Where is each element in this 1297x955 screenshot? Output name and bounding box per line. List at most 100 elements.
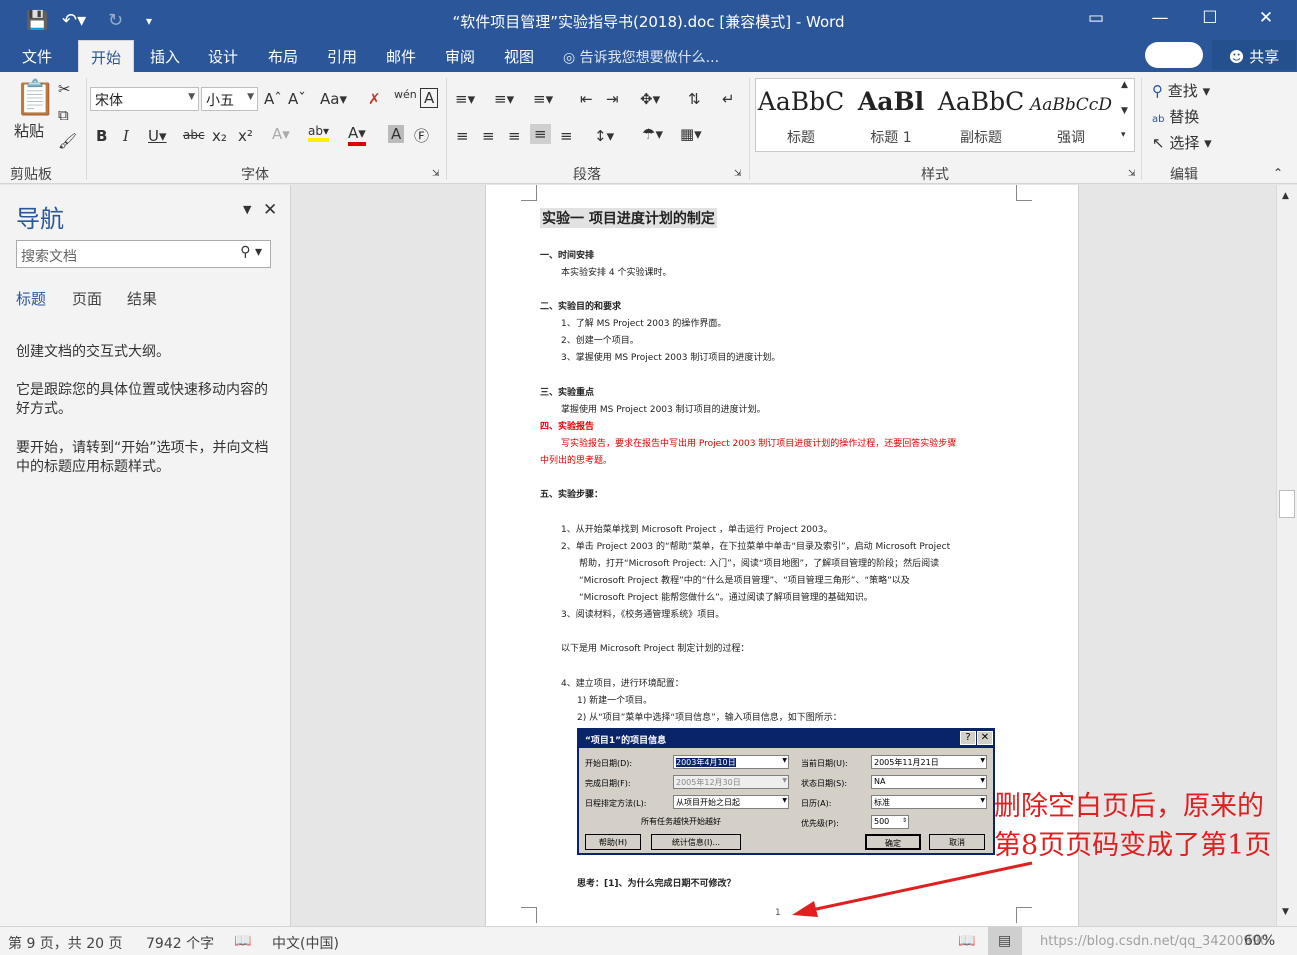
- share-button[interactable]: ☻ 共享: [1212, 40, 1296, 70]
- search-icon: ⚲: [1152, 82, 1163, 100]
- tab-review[interactable]: 审阅: [445, 46, 475, 67]
- font-size-combo[interactable]: 小五 ▼: [201, 87, 258, 111]
- tab-home[interactable]: 开始: [78, 40, 135, 72]
- subscript-icon[interactable]: x₂: [212, 127, 227, 145]
- gallery-up-icon[interactable]: ▲: [1121, 80, 1128, 90]
- bold-icon[interactable]: B: [96, 127, 107, 145]
- lightbulb-icon: ◎: [563, 50, 580, 66]
- cut-icon[interactable]: ✂: [58, 80, 71, 98]
- read-mode-icon[interactable]: 📖: [958, 933, 975, 949]
- minimize-icon[interactable]: —: [1140, 8, 1180, 28]
- align-left-icon[interactable]: ≡: [456, 127, 469, 145]
- phonetic-guide-icon[interactable]: wén: [394, 88, 417, 101]
- group-clipboard-label: 剪贴板: [10, 167, 52, 183]
- tab-references[interactable]: 引用: [327, 46, 357, 67]
- tab-view[interactable]: 视图: [504, 46, 534, 67]
- grow-font-icon[interactable]: Aˆ: [264, 90, 282, 108]
- numbering-icon[interactable]: ≡▾: [494, 90, 514, 108]
- multilevel-list-icon[interactable]: ≡▾: [533, 90, 553, 108]
- italic-icon[interactable]: I: [123, 127, 129, 145]
- ribbon-display-icon[interactable]: ▭: [1076, 8, 1116, 28]
- borders-icon[interactable]: ▦▾: [680, 125, 702, 143]
- style-title[interactable]: AaBbC 标题: [756, 87, 846, 147]
- clear-format-icon[interactable]: ✗: [368, 90, 381, 108]
- nav-tab-pages[interactable]: 页面: [72, 288, 102, 309]
- tab-file[interactable]: 文件: [22, 46, 52, 67]
- nav-tab-results[interactable]: 结果: [127, 288, 157, 309]
- replace-button[interactable]: ab 替换: [1152, 106, 1199, 127]
- ribbon-tabs: 文件 开始 插入 设计 布局 引用 邮件 审阅 视图 ◎ 告诉我您想要做什么..…: [0, 40, 1297, 72]
- ribbon: 📋 粘贴 ✂ ⧉ 🖌 剪贴板 宋体 ▼ 小五 ▼ Aˆ Aˇ Aa▾ ✗ wén A…: [0, 72, 1297, 184]
- person-icon: ☻: [1228, 48, 1250, 66]
- paste-icon[interactable]: 📋: [14, 78, 56, 118]
- vertical-scrollbar[interactable]: ▲ ▼: [1276, 185, 1297, 926]
- proofing-icon[interactable]: 📖: [234, 933, 251, 949]
- align-right-icon[interactable]: ≡: [508, 127, 521, 145]
- tab-mailings[interactable]: 邮件: [386, 46, 416, 67]
- style-subtitle[interactable]: AaBbC 副标题: [936, 87, 1026, 147]
- style-emphasis[interactable]: AaBbCcD 强调: [1026, 87, 1116, 147]
- nav-close-icon[interactable]: ✕: [263, 200, 277, 220]
- shrink-font-icon[interactable]: Aˇ: [288, 90, 306, 108]
- dialog-launcher-icon[interactable]: ⇲: [432, 169, 440, 179]
- tell-me-input[interactable]: ◎ 告诉我您想要做什么...: [563, 47, 719, 67]
- zoom-level[interactable]: 60%: [1244, 933, 1275, 949]
- underline-icon[interactable]: U▾: [148, 127, 167, 145]
- change-case-button[interactable]: Aa▾: [320, 90, 347, 108]
- close-icon[interactable]: ✕: [1246, 8, 1286, 28]
- style-heading1[interactable]: AaBl 标题 1: [846, 87, 936, 147]
- bullets-icon[interactable]: ≡▾: [455, 90, 475, 108]
- paste-button[interactable]: 粘贴: [14, 120, 44, 141]
- enclose-char-icon[interactable]: Ⓕ: [414, 125, 429, 146]
- distributed-icon[interactable]: ≡: [560, 127, 573, 145]
- shading-icon[interactable]: ☂▾: [642, 125, 663, 143]
- word-count[interactable]: 7942 个字: [146, 933, 214, 953]
- font-name-combo[interactable]: 宋体 ▼: [90, 87, 199, 111]
- gallery-more-icon[interactable]: ▾: [1121, 130, 1126, 140]
- align-center-icon[interactable]: ≡: [482, 127, 495, 145]
- scroll-down-icon[interactable]: ▼: [1282, 907, 1289, 917]
- status-bar: 第 9 页，共 20 页 7942 个字 📖 中文(中国) 📖 ▤ https:…: [0, 926, 1297, 955]
- print-layout-icon[interactable]: ▤: [988, 927, 1022, 955]
- sort-icon[interactable]: ⇅: [688, 90, 701, 108]
- nav-title: 导航: [16, 205, 64, 233]
- dialog-launcher-icon[interactable]: ⇲: [734, 169, 742, 179]
- tab-design[interactable]: 设计: [208, 46, 238, 67]
- select-button[interactable]: ↖ 选择 ▾: [1152, 132, 1212, 153]
- account-avatar[interactable]: [1145, 42, 1203, 68]
- maximize-icon[interactable]: ☐: [1190, 8, 1230, 28]
- arrow-shaft: [806, 861, 1033, 913]
- strikethrough-icon[interactable]: abc: [183, 128, 205, 142]
- nav-tab-headings[interactable]: 标题: [16, 288, 46, 309]
- asian-layout-icon[interactable]: ✥▾: [640, 90, 660, 108]
- increase-indent-icon[interactable]: ⇥: [606, 90, 619, 108]
- tab-insert[interactable]: 插入: [150, 46, 180, 67]
- justify-icon[interactable]: ≡: [530, 124, 551, 144]
- dialog-launcher-icon[interactable]: ⇲: [1128, 169, 1136, 179]
- language[interactable]: 中文(中国): [272, 933, 339, 953]
- group-paragraph-label: 段落: [573, 167, 601, 183]
- tab-layout[interactable]: 布局: [268, 46, 298, 67]
- format-painter-icon[interactable]: 🖌: [58, 132, 77, 150]
- find-button[interactable]: ⚲ 查找 ▾: [1152, 80, 1210, 101]
- font-color-icon[interactable]: A▾: [348, 124, 366, 146]
- decrease-indent-icon[interactable]: ⇤: [580, 90, 593, 108]
- highlight-icon[interactable]: ab▾: [308, 124, 329, 142]
- line-spacing-icon[interactable]: ↕▾: [594, 127, 614, 145]
- chevron-down-icon: ▼: [247, 92, 254, 102]
- char-border-icon[interactable]: A: [420, 88, 439, 108]
- gallery-down-icon[interactable]: ▼: [1121, 106, 1128, 116]
- scroll-thumb[interactable]: [1279, 490, 1295, 518]
- scroll-up-icon[interactable]: ▲: [1282, 191, 1289, 201]
- nav-options-icon[interactable]: ▼: [243, 203, 251, 216]
- copy-icon[interactable]: ⧉: [58, 106, 69, 124]
- collapse-ribbon-icon[interactable]: ⌃: [1273, 166, 1283, 180]
- page-count[interactable]: 第 9 页，共 20 页: [8, 933, 123, 953]
- superscript-icon[interactable]: x²: [238, 127, 253, 145]
- search-icon[interactable]: ⚲ ▾: [240, 244, 262, 260]
- char-shading-icon[interactable]: A: [388, 125, 405, 143]
- show-marks-icon[interactable]: ↵: [722, 90, 735, 108]
- nav-search-input[interactable]: 搜索文档 ⚲ ▾: [16, 240, 271, 268]
- title-bar: 💾 ↶▾ ↻ ▾ “软件项目管理”实验指导书(2018).doc [兼容模式] …: [0, 0, 1297, 40]
- text-effects-icon[interactable]: A▾: [272, 125, 290, 143]
